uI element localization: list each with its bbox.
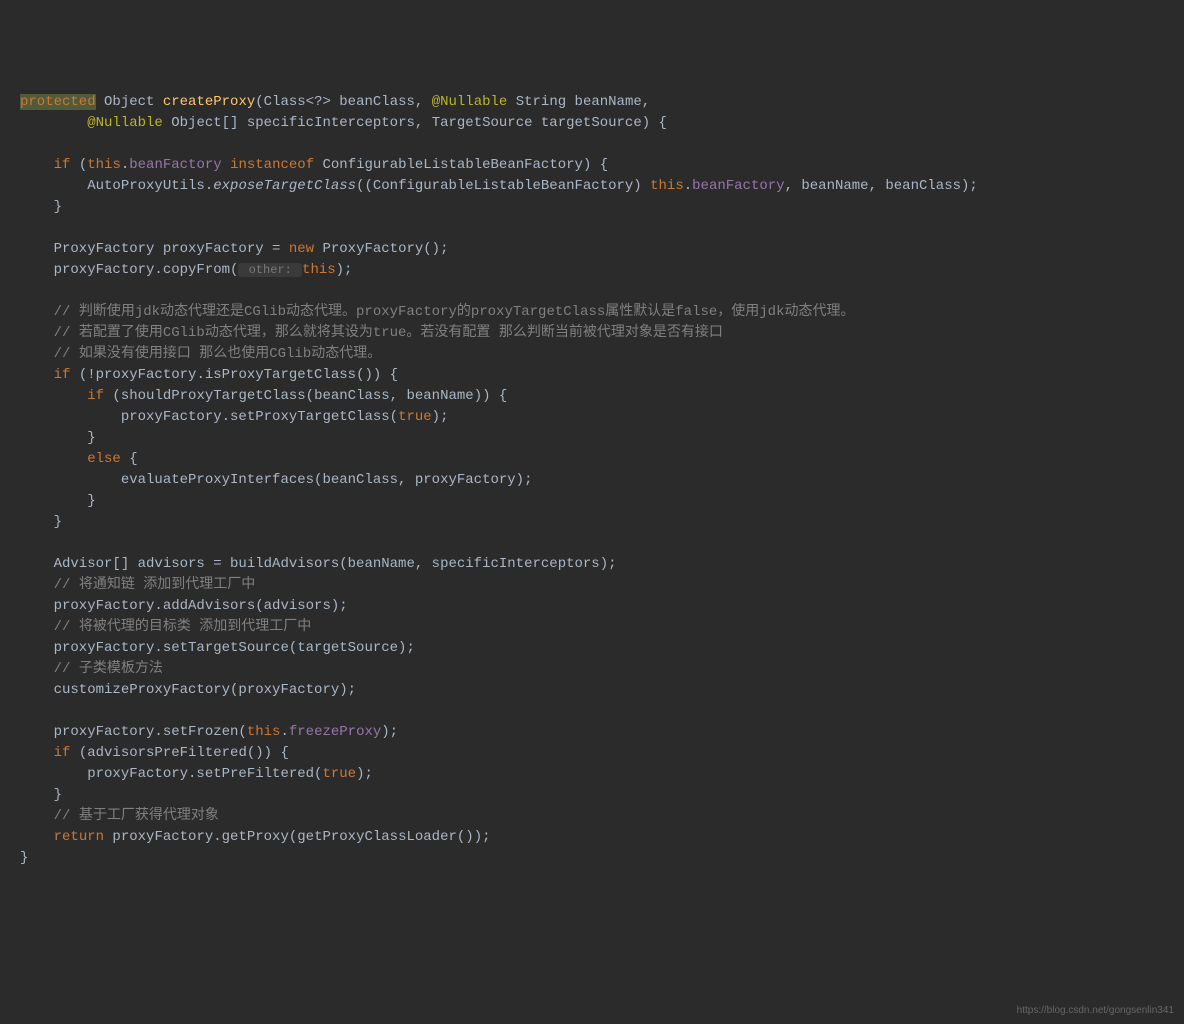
code-line: }: [20, 514, 62, 530]
annotation-nullable: @Nullable: [87, 115, 163, 131]
code-line: }: [20, 199, 62, 215]
code-line: // 若配置了使用CGlib动态代理，那么就将其设为true。若没有配置 那么判…: [20, 325, 723, 341]
code-line: // 如果没有使用接口 那么也使用CGlib动态代理。: [20, 346, 381, 362]
code-line: if (advisorsPreFiltered()) {: [20, 745, 289, 761]
comment: // 判断使用jdk动态代理还是CGlib动态代理。proxyFactory的p…: [54, 304, 855, 320]
param-hint: other:: [238, 263, 302, 277]
code-line: proxyFactory.addAdvisors(advisors);: [20, 598, 348, 614]
keyword-this: this: [87, 157, 121, 173]
comment: // 子类模板方法: [54, 661, 163, 677]
keyword-instanceof: instanceof: [230, 157, 314, 173]
code-line: Advisor[] advisors = buildAdvisors(beanN…: [20, 556, 617, 572]
code-line: // 子类模板方法: [20, 661, 163, 677]
comment: // 基于工厂获得代理对象: [54, 808, 219, 824]
keyword-true: true: [322, 766, 356, 782]
code-line: AutoProxyUtils.exposeTargetClass((Config…: [20, 178, 978, 194]
code-line: // 将被代理的目标类 添加到代理工厂中: [20, 619, 311, 635]
comment: // 如果没有使用接口 那么也使用CGlib动态代理。: [54, 346, 382, 362]
code-line: proxyFactory.copyFrom( other: this);: [20, 262, 352, 278]
comment: // 将被代理的目标类 添加到代理工厂中: [54, 619, 312, 635]
keyword-true: true: [398, 409, 432, 425]
code-line: if (!proxyFactory.isProxyTargetClass()) …: [20, 367, 398, 383]
static-method: exposeTargetClass: [213, 178, 356, 194]
field-freezeProxy: freezeProxy: [289, 724, 381, 740]
code-line: // 基于工厂获得代理对象: [20, 808, 219, 824]
keyword-else: else: [87, 451, 121, 467]
code-line: proxyFactory.setPreFiltered(true);: [20, 766, 373, 782]
keyword-return: return: [54, 829, 104, 845]
keyword-if: if: [87, 388, 104, 404]
field-beanFactory: beanFactory: [129, 157, 221, 173]
code-line: return proxyFactory.getProxy(getProxyCla…: [20, 829, 491, 845]
annotation-nullable: @Nullable: [432, 94, 508, 110]
keyword-this: this: [302, 262, 336, 278]
code-line: evaluateProxyInterfaces(beanClass, proxy…: [20, 472, 532, 488]
code-line: proxyFactory.setTargetSource(targetSourc…: [20, 640, 415, 656]
method-name: createProxy: [163, 94, 255, 110]
keyword-if: if: [54, 745, 71, 761]
watermark: https://blog.csdn.net/gongsenlin341: [1017, 1003, 1174, 1018]
code-line: }: [20, 430, 96, 446]
code-line: if (this.beanFactory instanceof Configur…: [20, 157, 608, 173]
code-line: ProxyFactory proxyFactory = new ProxyFac…: [20, 241, 448, 257]
comment: // 将通知链 添加到代理工厂中: [54, 577, 256, 593]
keyword-protected: protected: [20, 94, 96, 110]
code-line: customizeProxyFactory(proxyFactory);: [20, 682, 356, 698]
code-editor[interactable]: protected Object createProxy(Class<?> be…: [20, 92, 1184, 869]
field-beanFactory: beanFactory: [692, 178, 784, 194]
code-line: @Nullable Object[] specificInterceptors,…: [20, 115, 667, 131]
keyword-new: new: [289, 241, 314, 257]
code-line: // 将通知链 添加到代理工厂中: [20, 577, 255, 593]
code-line: if (shouldProxyTargetClass(beanClass, be…: [20, 388, 507, 404]
code-line: // 判断使用jdk动态代理还是CGlib动态代理。proxyFactory的p…: [20, 304, 854, 320]
code-line: proxyFactory.setFrozen(this.freezeProxy)…: [20, 724, 398, 740]
keyword-this: this: [650, 178, 684, 194]
keyword-if: if: [54, 157, 71, 173]
code-line: }: [20, 493, 96, 509]
code-line: else {: [20, 451, 138, 467]
keyword-if: if: [54, 367, 71, 383]
code-line: }: [20, 787, 62, 803]
code-line: protected Object createProxy(Class<?> be…: [20, 94, 650, 110]
code-line: proxyFactory.setProxyTargetClass(true);: [20, 409, 448, 425]
comment: // 若配置了使用CGlib动态代理，那么就将其设为true。若没有配置 那么判…: [54, 325, 723, 341]
keyword-this: this: [247, 724, 281, 740]
code-line: }: [20, 850, 28, 866]
